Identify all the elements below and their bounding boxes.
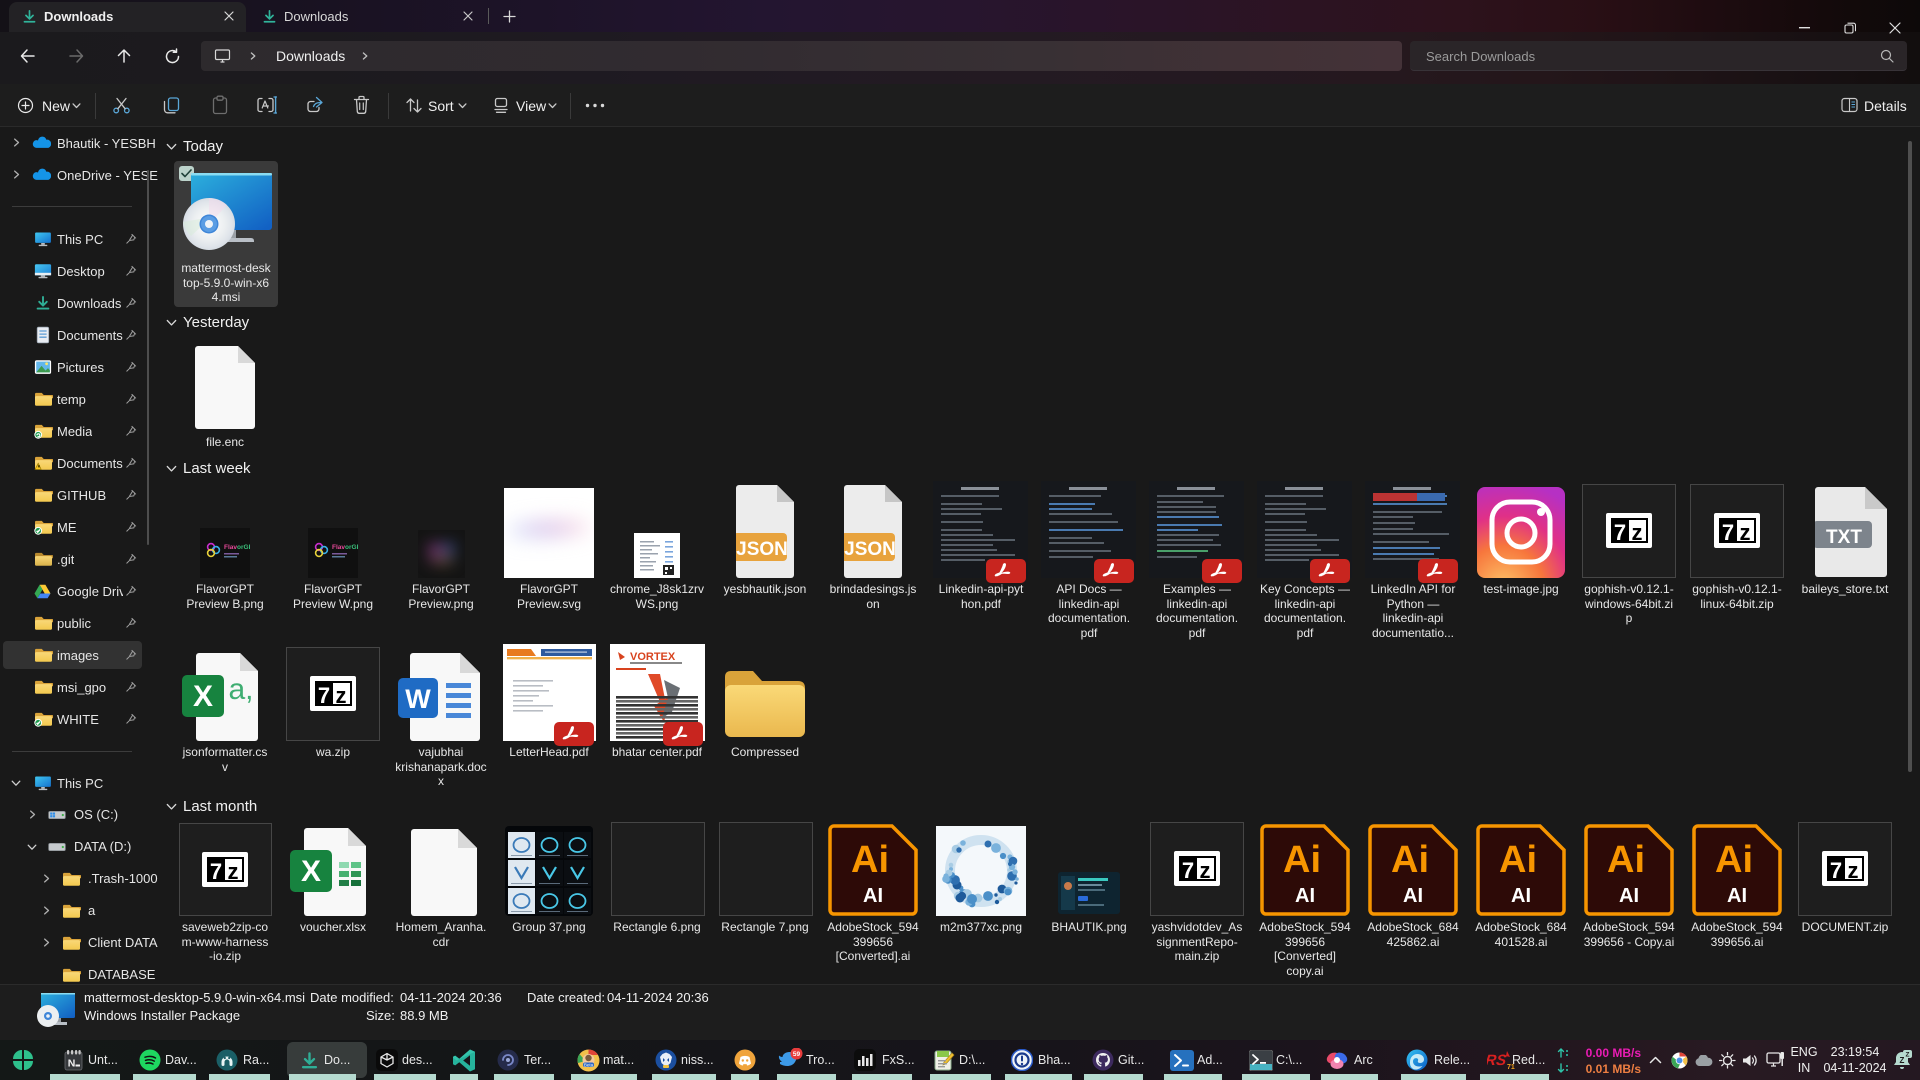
svg-text:7: 7 xyxy=(318,683,330,708)
svg-text:z: z xyxy=(1848,858,1859,883)
svg-text:Ai: Ai xyxy=(1391,839,1429,881)
svg-text:Z: Z xyxy=(1906,1052,1910,1059)
svg-text:AI: AI xyxy=(1511,885,1531,907)
svg-text:z: z xyxy=(1200,858,1211,883)
svg-text:7: 7 xyxy=(210,859,222,884)
svg-text:JSON: JSON xyxy=(844,539,896,560)
svg-text:JSON: JSON xyxy=(736,539,788,560)
svg-text:Beta: Beta xyxy=(584,1062,594,1067)
svg-text:Ai: Ai xyxy=(1499,839,1537,881)
svg-text:AI: AI xyxy=(1619,885,1639,907)
svg-text:AI: AI xyxy=(1295,885,1315,907)
svg-text:Ai: Ai xyxy=(1715,839,1753,881)
svg-text:W: W xyxy=(405,684,431,714)
svg-text:Ai: Ai xyxy=(851,839,889,881)
svg-text:7: 7 xyxy=(1614,520,1626,545)
svg-text:FlavorGPT: FlavorGPT xyxy=(224,544,250,551)
svg-text:z: z xyxy=(1632,520,1643,545)
svg-text:z: z xyxy=(228,859,239,884)
svg-text:AI: AI xyxy=(863,885,883,907)
svg-text:Ai: Ai xyxy=(1283,839,1321,881)
svg-text:N: N xyxy=(68,1058,76,1070)
svg-text:z: z xyxy=(336,683,347,708)
svg-text:7: 7 xyxy=(1722,520,1734,545)
svg-text:7: 7 xyxy=(1182,858,1194,883)
svg-text:VORTEX: VORTEX xyxy=(630,651,676,663)
svg-text:Ai: Ai xyxy=(1607,839,1645,881)
svg-text:AI: AI xyxy=(1403,885,1423,907)
svg-text:59: 59 xyxy=(793,1051,801,1058)
svg-text:RS: RS xyxy=(1487,1052,1507,1069)
svg-text:X: X xyxy=(193,680,213,713)
svg-text:X: X xyxy=(301,855,321,888)
svg-text:TXT: TXT xyxy=(1826,527,1862,548)
svg-text:AI: AI xyxy=(1727,885,1747,907)
svg-text:a,: a, xyxy=(228,673,253,706)
svg-text:z: z xyxy=(1740,520,1751,545)
svg-text:7: 7 xyxy=(1830,858,1842,883)
svg-text:Z: Z xyxy=(1900,1056,1905,1065)
svg-text:FlavorGPT: FlavorGPT xyxy=(332,544,358,551)
